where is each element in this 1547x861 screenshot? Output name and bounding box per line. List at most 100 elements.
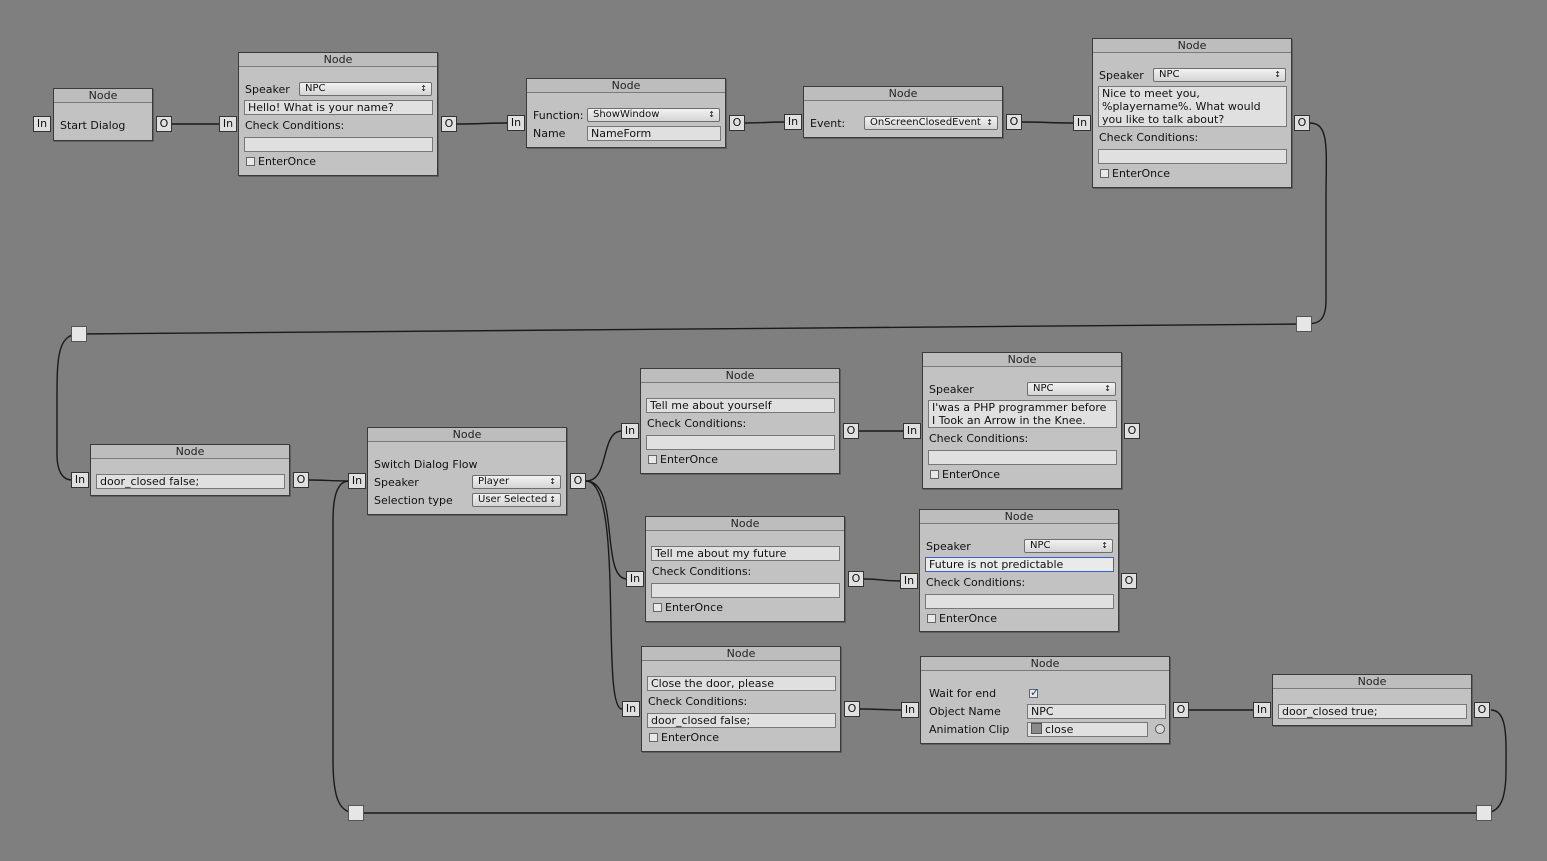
greet-in-port[interactable]: In <box>219 116 237 132</box>
script-node-door-false[interactable]: Node door_closed false; <box>90 444 290 496</box>
wait-for-end-checkbox[interactable]: ✓ <box>1029 686 1039 699</box>
anim-in-port[interactable]: In <box>901 702 919 718</box>
script-field[interactable]: door_closed false; <box>96 474 285 489</box>
node-title: Node <box>54 89 152 103</box>
opt1-in-port[interactable]: In <box>621 423 639 439</box>
check-conditions-label: Check Conditions: <box>652 565 752 578</box>
node-title: Node <box>641 369 839 383</box>
event-in-port[interactable]: In <box>784 114 802 130</box>
event-value: OnScreenClosedEvent <box>870 117 981 128</box>
door-end-out-port[interactable]: O <box>1474 702 1490 718</box>
meet-in-port[interactable]: In <box>1073 115 1091 131</box>
function-value: ShowWindow <box>593 109 660 120</box>
option-node-future[interactable]: Node Tell me about my future Check Condi… <box>645 516 845 622</box>
animation-clip-field[interactable]: close <box>1027 722 1148 737</box>
check-conditions-field[interactable] <box>1098 149 1287 164</box>
check-conditions-field[interactable] <box>928 450 1117 465</box>
reroute-handle[interactable] <box>348 805 364 821</box>
function-node[interactable]: Node Function: ShowWindow ↕ Name NameForm <box>526 78 726 148</box>
check-conditions-field[interactable] <box>244 137 433 152</box>
wait-for-end-label: Wait for end <box>929 687 997 700</box>
opt3-in-port[interactable]: In <box>622 701 640 717</box>
event-dropdown[interactable]: OnScreenClosedEvent ↕ <box>864 116 998 130</box>
enter-once-checkbox[interactable] <box>649 733 658 742</box>
enter-once-label: EnterOnce <box>258 155 316 168</box>
switch-in-port[interactable]: In <box>348 473 366 489</box>
opt2-out-port[interactable]: O <box>848 571 864 587</box>
option-node-close-door[interactable]: Node Close the door, please Check Condit… <box>641 646 841 752</box>
script-field[interactable]: door_closed true; <box>1278 704 1467 719</box>
dropdown-arrow-icon: ↕ <box>1274 70 1281 79</box>
switch-out-port[interactable]: O <box>570 473 586 489</box>
script-node-door-true[interactable]: Node door_closed true; <box>1272 674 1472 726</box>
dropdown-arrow-icon: ↕ <box>549 477 556 486</box>
object-picker-icon[interactable] <box>1155 724 1165 734</box>
dropdown-arrow-icon: ↕ <box>708 110 715 119</box>
animation-node[interactable]: Node Wait for end ✓ Object Name NPC Anim… <box>920 656 1170 744</box>
dropdown-arrow-icon: ↕ <box>1101 541 1108 550</box>
greeting-dialog-node[interactable]: Node Speaker NPC ↕ Hello! What is your na… <box>238 52 438 176</box>
func-out-port[interactable]: O <box>729 115 745 131</box>
reroute-handle[interactable] <box>1296 316 1312 332</box>
check-conditions-field[interactable] <box>646 435 835 450</box>
response-node-future[interactable]: Node Speaker NPC ↕ Future is not predicta… <box>919 509 1119 632</box>
meet-dialog-node[interactable]: Node Speaker NPC ↕ Nice to meet you, %pla… <box>1092 38 1292 188</box>
opt2-in-port[interactable]: In <box>626 571 644 587</box>
resp1-out-port[interactable]: O <box>1124 423 1140 439</box>
option-text-field[interactable]: Tell me about my future <box>651 546 840 561</box>
function-dropdown[interactable]: ShowWindow ↕ <box>587 108 720 122</box>
speaker-dropdown[interactable]: Player ↕ <box>472 475 561 489</box>
speaker-value: NPC <box>1033 383 1054 394</box>
greet-out-port[interactable]: O <box>441 116 457 132</box>
switch-flow-label: Switch Dialog Flow <box>374 458 478 471</box>
object-name-field[interactable]: NPC <box>1027 704 1166 719</box>
opt3-out-port[interactable]: O <box>844 701 860 717</box>
opt1-out-port[interactable]: O <box>843 423 859 439</box>
check-conditions-field[interactable]: door_closed false; <box>647 713 836 728</box>
func-in-port[interactable]: In <box>507 115 525 131</box>
enter-once-checkbox[interactable] <box>930 470 939 479</box>
switch-dialog-flow-node[interactable]: Node Switch Dialog Flow Speaker Player ↕ … <box>367 427 567 515</box>
resp1-in-port[interactable]: In <box>903 423 921 439</box>
response-node-php[interactable]: Node Speaker NPC ↕ I'was a PHP programmer… <box>922 352 1122 489</box>
start-out-port[interactable]: O <box>156 116 172 132</box>
reroute-handle[interactable] <box>71 326 87 342</box>
door-set-out-port[interactable]: O <box>293 472 309 488</box>
meet-out-port[interactable]: O <box>1294 115 1310 131</box>
enter-once-checkbox[interactable] <box>1100 169 1109 178</box>
speaker-value: NPC <box>305 83 326 94</box>
selection-type-dropdown[interactable]: User Selected ↕ <box>472 493 561 507</box>
resp2-in-port[interactable]: In <box>900 573 918 589</box>
option-text-field[interactable]: Tell me about yourself <box>646 398 835 413</box>
event-out-port[interactable]: O <box>1006 114 1022 130</box>
dialog-text-field[interactable]: Nice to meet you, %playername%. What wou… <box>1098 86 1287 127</box>
door-set-in-port[interactable]: In <box>71 472 89 488</box>
enter-once-checkbox[interactable] <box>653 603 662 612</box>
speaker-dropdown[interactable]: NPC ↕ <box>1027 382 1116 396</box>
check-conditions-field[interactable] <box>651 583 840 598</box>
dialog-text-field[interactable]: I'was a PHP programmer before I Took an … <box>928 400 1117 428</box>
start-dialog-node[interactable]: Node Start Dialog <box>53 88 153 141</box>
event-node[interactable]: Node Event: OnScreenClosedEvent ↕ <box>803 86 1003 138</box>
anim-out-port[interactable]: O <box>1173 702 1189 718</box>
enter-once-label: EnterOnce <box>661 731 719 744</box>
reroute-handle[interactable] <box>1476 805 1492 821</box>
name-field[interactable]: NameForm <box>587 126 721 141</box>
enter-once-checkbox[interactable] <box>246 157 255 166</box>
dialog-text-field[interactable]: Future is not predictable <box>925 557 1114 572</box>
speaker-dropdown[interactable]: NPC ↕ <box>1024 539 1113 553</box>
dialog-text-field[interactable]: Hello! What is your name? <box>244 100 433 115</box>
enter-once-checkbox[interactable] <box>927 614 936 623</box>
option-node-yourself[interactable]: Node Tell me about yourself Check Condit… <box>640 368 840 474</box>
start-in-port[interactable]: In <box>33 116 51 132</box>
door-end-in-port[interactable]: In <box>1253 702 1271 718</box>
function-label: Function: <box>533 109 584 122</box>
enter-once-checkbox[interactable] <box>648 455 657 464</box>
speaker-value: Player <box>478 476 510 487</box>
speaker-dropdown[interactable]: NPC ↕ <box>299 82 432 96</box>
check-conditions-field[interactable] <box>925 594 1114 609</box>
speaker-dropdown[interactable]: NPC ↕ <box>1153 68 1286 82</box>
resp2-out-port[interactable]: O <box>1121 573 1137 589</box>
enter-once-label: EnterOnce <box>942 468 1000 481</box>
option-text-field[interactable]: Close the door, please <box>647 676 836 691</box>
